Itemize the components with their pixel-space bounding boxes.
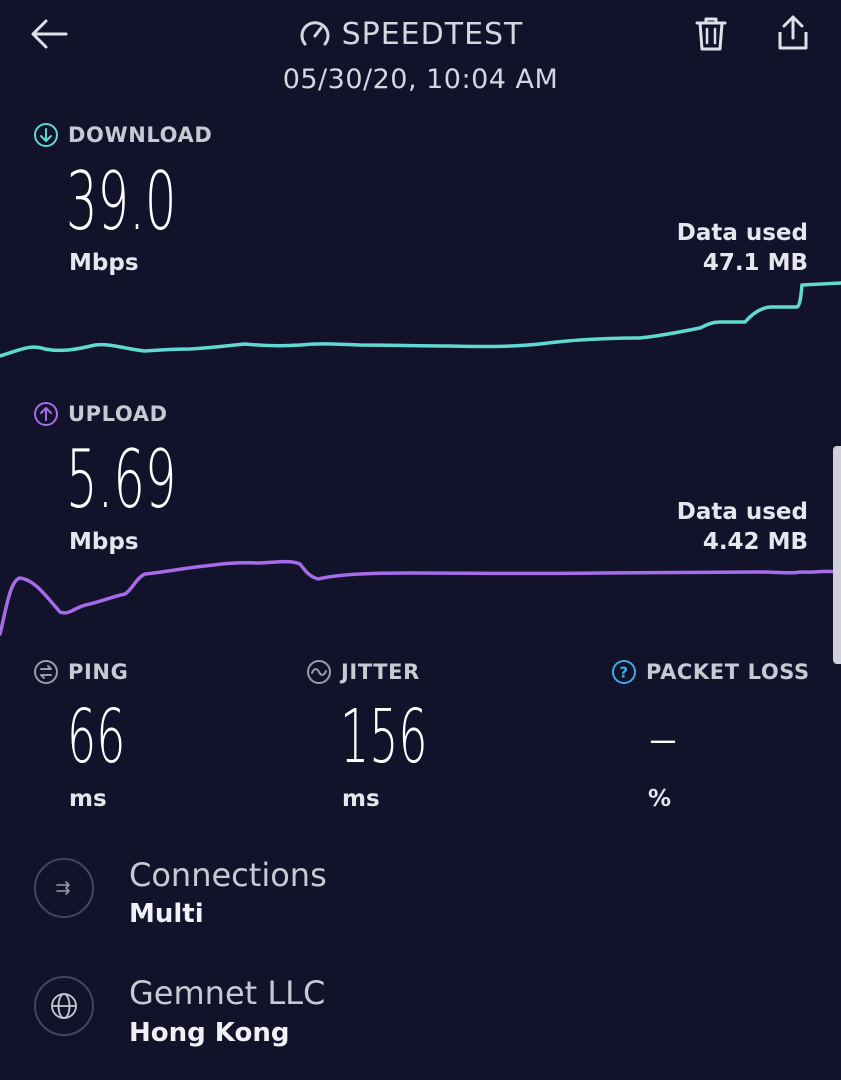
upload-speed-value: 5.69 <box>66 433 177 526</box>
multi-connection-icon <box>56 881 70 895</box>
connections-value: Multi <box>129 899 204 929</box>
download-data-used: Data used 47.1 MB <box>677 218 808 278</box>
ping-unit: ms <box>69 786 107 812</box>
upload-data-used-label: Data used <box>676 499 808 525</box>
server-provider: Gemnet LLC <box>129 974 326 1012</box>
app-title-text: SPEEDTEST <box>341 16 524 52</box>
app-title: SPEEDTEST <box>298 17 524 52</box>
share-icon <box>778 15 808 50</box>
upload-arrow-icon <box>34 402 58 426</box>
upload-speed-line <box>0 559 837 636</box>
server-icon-badge <box>34 976 94 1036</box>
upload-data-used: Data used 4.42 MB <box>677 497 808 557</box>
test-timestamp: 05/30/20, 10:04 AM <box>282 64 559 95</box>
upload-label: UPLOAD <box>33 401 168 427</box>
delete-button[interactable] <box>690 14 732 54</box>
jitter-unit: ms <box>342 786 380 812</box>
download-speed-graph <box>0 281 841 358</box>
svg-text:?: ? <box>619 664 628 682</box>
globe-icon <box>51 993 77 1019</box>
speedometer-icon <box>300 21 330 46</box>
jitter-label: JITTER <box>306 659 420 685</box>
connections-icon-badge <box>34 858 94 918</box>
ping-label: PING <box>33 659 128 685</box>
upload-speed-graph <box>0 559 837 636</box>
jitter-label-text: JITTER <box>341 660 420 684</box>
packet-loss-unit: % <box>648 786 672 812</box>
jitter-value: 156 <box>340 694 428 780</box>
trash-icon <box>695 17 727 51</box>
ping-icon <box>34 660 58 684</box>
packet-loss-value: – <box>648 703 678 773</box>
download-label-text: DOWNLOAD <box>68 123 213 147</box>
help-question-icon[interactable]: ? <box>611 659 637 685</box>
ping-value: 66 <box>67 694 126 780</box>
upload-label-text: UPLOAD <box>68 402 168 426</box>
back-arrow-icon <box>31 19 68 49</box>
server-location: Hong Kong <box>129 1018 290 1048</box>
back-button[interactable] <box>26 14 72 54</box>
download-data-used-label: Data used <box>676 220 808 246</box>
download-speed-value: 39.0 <box>66 155 177 248</box>
download-label: DOWNLOAD <box>33 122 212 148</box>
ping-label-text: PING <box>68 660 129 684</box>
jitter-icon <box>307 660 331 684</box>
share-button[interactable] <box>772 12 814 54</box>
scrollbar-handle[interactable] <box>833 446 841 664</box>
packet-loss-label-text: PACKET LOSS <box>646 660 810 684</box>
packet-loss-label[interactable]: ? PACKET LOSS <box>611 659 810 685</box>
download-speed-line <box>0 281 841 358</box>
connections-title: Connections <box>129 856 327 894</box>
download-arrow-icon <box>34 123 58 147</box>
